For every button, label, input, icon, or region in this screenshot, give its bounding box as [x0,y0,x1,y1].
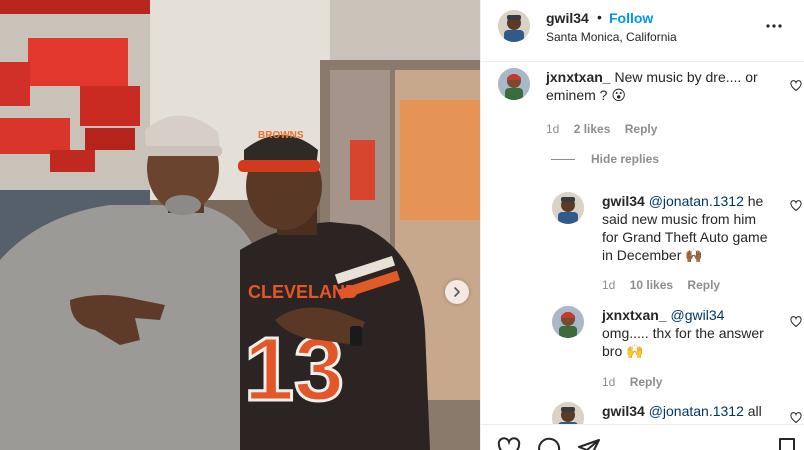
reply-meta: 1d Reply [602,375,673,389]
reply-time[interactable]: 1d [602,278,615,292]
post-location[interactable]: Santa Monica, California [546,30,677,44]
comment-icon[interactable] [537,437,561,450]
action-bar [481,424,804,450]
reply-avatar[interactable] [552,402,584,424]
reply-button[interactable]: Reply [687,278,720,292]
reply-mention[interactable]: @jonatan.1312 [649,403,744,419]
reply-username[interactable]: jxnxtxan_ [602,307,667,323]
hide-replies-label: Hide replies [591,152,660,166]
reply-button[interactable]: Reply [630,375,663,389]
comment-time[interactable]: 1d [546,122,559,136]
reply-mention[interactable]: @gwil34 [670,307,724,323]
author-avatar[interactable] [498,10,530,42]
hat-text: BROWNS [258,130,304,141]
reply-avatar-image [552,402,584,424]
reply-likes[interactable]: 10 likes [630,278,673,292]
comment-body: jxnxtxan_ New music by dre.... or eminem… [546,68,781,104]
reply-text: all [743,403,762,419]
commenter-avatar[interactable] [498,68,530,100]
comment-meta: 1d 2 likes Reply [546,122,668,136]
reply-avatar[interactable] [552,192,584,224]
reply-avatar-image [552,192,584,224]
reply-meta: 1d 10 likes Reply [602,278,731,292]
heart-icon[interactable] [790,80,802,92]
comment-likes[interactable]: 2 likes [574,122,611,136]
comment-username[interactable]: jxnxtxan_ [546,69,611,85]
post-header: gwil34 • Follow Santa Monica, California [481,0,804,62]
reply-body: gwil34 @jonatan.1312 all [602,402,774,420]
more-icon[interactable] [764,18,784,34]
heart-icon[interactable] [790,412,802,424]
author-avatar-image [498,10,530,42]
reply-username[interactable]: gwil34 [602,403,645,419]
heart-icon[interactable] [790,316,802,328]
reply-username[interactable]: gwil34 [602,193,645,209]
separator-dot: • [597,9,602,25]
heart-icon[interactable] [790,200,802,212]
share-icon[interactable] [577,437,601,450]
follow-button[interactable]: Follow [609,10,653,26]
hide-replies-button[interactable]: Hide replies [551,152,659,166]
carousel-next-button[interactable] [445,280,469,304]
reply-button[interactable]: Reply [625,122,658,136]
bookmark-icon[interactable] [775,437,799,450]
reply-mention[interactable]: @jonatan.1312 [649,193,744,209]
post-side-panel: gwil34 • Follow Santa Monica, California… [480,0,804,450]
author-username[interactable]: gwil34 [546,10,589,26]
commenter-avatar-image [498,68,530,100]
reply-body: gwil34 @jonatan.1312 he said new music f… [602,192,774,264]
post-photo-illustration: BROWNS CLEVELAND 13 [0,0,480,450]
reply-text: omg..... thx for the answer bro 🙌 [602,325,764,359]
heart-icon[interactable] [497,437,521,450]
comments-list[interactable]: jxnxtxan_ New music by dre.... or eminem… [481,62,804,424]
reply-time[interactable]: 1d [602,375,615,389]
post-photo: BROWNS CLEVELAND 13 [0,0,480,450]
jersey-text: CLEVELAND [248,282,358,302]
reply-avatar[interactable] [552,306,584,338]
replies-divider-line [551,158,575,160]
chevron-right-icon [454,287,460,297]
reply-body: jxnxtxan_ @gwil34 omg..... thx for the a… [602,306,774,360]
reply-avatar-image [552,306,584,338]
